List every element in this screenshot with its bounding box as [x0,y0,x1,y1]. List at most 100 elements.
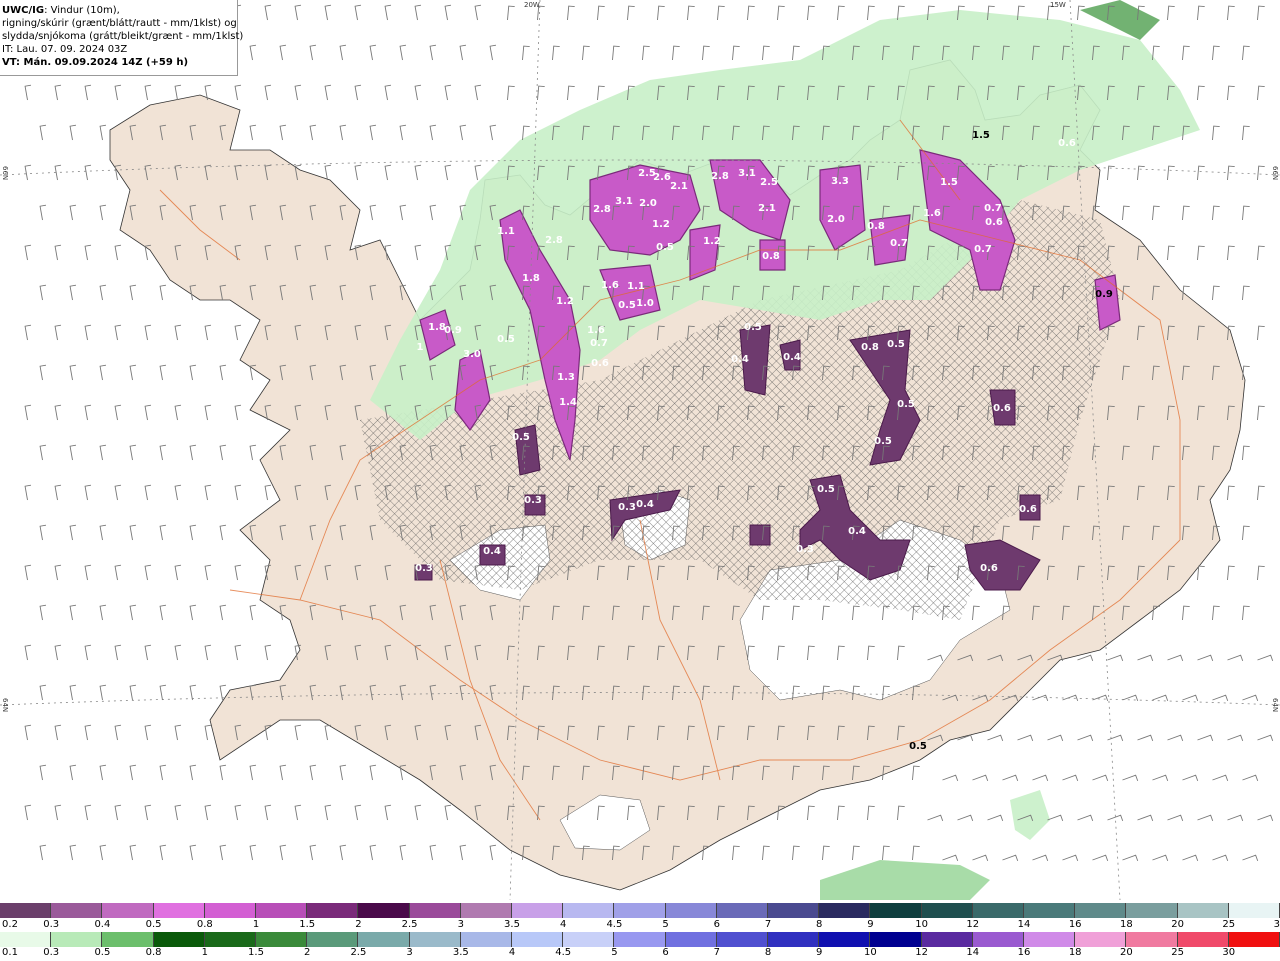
precip-value-label: 2.1 [758,203,776,214]
precip-value-label: 0.6 [985,217,1003,228]
grid-label-right-64n: 64N [1271,698,1279,713]
precip-value-label: 1.6 [587,325,605,336]
precip-value-label: 3.3 [831,176,849,187]
precip-value-label: 0.6 [1019,504,1037,515]
precip-value-label: 0.5 [817,484,835,495]
legend-tick-label: 6 [713,919,720,930]
precip-value-label: 1.5 [940,177,958,188]
legend-tick-label: 18 [1120,919,1133,930]
color-legend: 0.2 0.3 0.4 0.5 0.8 1 1.5 2 2.5 3 3.5 4 4.5 5 6 7 8 9 10 12… [0,901,1280,960]
header-title-bold: UWC/IG [2,5,45,16]
precip-value-label: 0.3 [524,495,542,506]
legend-swatch [563,932,615,947]
legend-tick-label: 14 [1017,919,1031,930]
precip-value-label: 0.5 [887,339,905,350]
legend-swatch [768,932,820,947]
legend-tick-label: 2 [355,919,362,930]
legend-tick-label: 20 [1171,919,1184,930]
precip-value-label: 0.5 [656,242,674,253]
grid-label-left-66n: 66N [1,166,9,181]
legend-tick-label: 10 [864,947,877,958]
precip-value-label: 0.3 [415,563,433,574]
legend-swatch [819,932,871,947]
precip-value-label: 0.6 [993,403,1011,414]
precip-value-label: 0.4 [731,354,749,365]
legend-tick-label: 18 [1068,947,1082,958]
legend-swatch [153,932,205,947]
legend-swatch [0,903,52,918]
legend-tick-label: 3.5 [504,919,520,930]
legend-swatch [921,932,973,947]
precip-value-label: 0.9 [1095,289,1113,300]
legend-tick-label: 3 [406,947,413,958]
legend-swatch [1075,932,1127,947]
precip-value-label: 0.6 [1058,138,1076,149]
precip-value-label: 1.2 [556,296,574,307]
legend-tick-label: 0.8 [145,947,162,958]
legend-tick-label: 0.1 [2,947,18,958]
legend-swatch [409,903,461,918]
legend-tick-label: 4.5 [555,947,572,958]
legend-tick-label: 5 [662,919,669,930]
legend-swatch [409,932,461,947]
legend-tick-label: 16 [1068,919,1082,930]
precip-value-label: 0.4 [848,526,866,537]
legend-swatch [972,903,1025,918]
legend-rain-colorbar [0,932,1280,947]
header-line2: rigning/skúrir (grænt/blátt/rautt - mm/1… [2,18,237,29]
legend-tick-label: 7 [764,919,772,930]
legend-tick-label: 25 [1171,947,1184,958]
legend-swatch [358,932,410,947]
legend-swatch [716,932,769,947]
legend-tick-label: 9 [867,919,874,930]
precip-value-label: 2.8 [545,235,563,246]
precip-value-label: 0.8 [867,221,885,232]
legend-swatch [204,903,257,918]
header-title-rest: : Vindur (10m), [44,5,120,16]
precip-value-label: 1.8 [522,273,540,284]
legend-swatch [819,903,871,918]
precip-value-label: 0.5 [618,300,636,311]
precip-value-label: 0.5 [497,334,515,345]
precip-value-label: 1.1 [627,281,645,292]
precip-value-label: 3.1 [615,196,633,207]
precip-value-label: 0.5 [874,436,892,447]
map-header: UWC/IG: Vindur (10m), rigning/skúrir (gr… [0,0,244,76]
legend-tick-label: 3 [457,919,464,930]
legend-swatch [1177,903,1229,918]
legend-tick-label: 30 [1222,947,1236,958]
legend-tick-label: 2 [304,947,311,958]
precip-value-label: 1.1 [497,226,515,237]
precip-value-label: 2.0 [827,214,845,225]
legend-tick-label: 2.5 [401,919,418,930]
legend-swatch [51,932,103,947]
legend-swatch [512,903,564,918]
legend-tick-label: 8 [816,919,823,930]
legend-tick-label: 4.5 [606,919,623,930]
legend-swatch [1024,903,1076,918]
legend-swatch [665,903,717,918]
header-line3: slydda/snjókoma (grátt/bleikt/grænt - mm… [2,31,244,42]
legend-swatch [1126,932,1178,947]
legend-tick-label: 0.4 [94,919,111,930]
precip-value-label: 0.9 [444,325,462,336]
precip-value-label: 0.3 [618,502,636,513]
precip-value-label: 0.7 [984,203,1002,214]
legend-tick-label: 20 [1120,947,1133,958]
legend-swatch [307,932,359,947]
legend-swatch [1024,932,1076,947]
precip-value-label: 0.5 [909,741,927,752]
legend-tick-label: 8 [764,947,772,958]
precip-value-label: 0.7 [590,338,608,349]
legend-swatch [256,932,308,947]
legend-swatch [768,903,820,918]
precip-value-label: 2.5 [760,177,778,188]
precip-value-label: 1.6 [923,208,941,219]
legend-swatch [665,932,717,947]
legend-swatch [1075,903,1127,918]
precip-value-label: 1.3 [557,372,575,383]
legend-tick-label: 1.5 [299,919,316,930]
precip-value-label: 2.0 [639,198,657,209]
precip-value-label: 0.5 [744,322,762,333]
legend-swatch [102,903,154,918]
